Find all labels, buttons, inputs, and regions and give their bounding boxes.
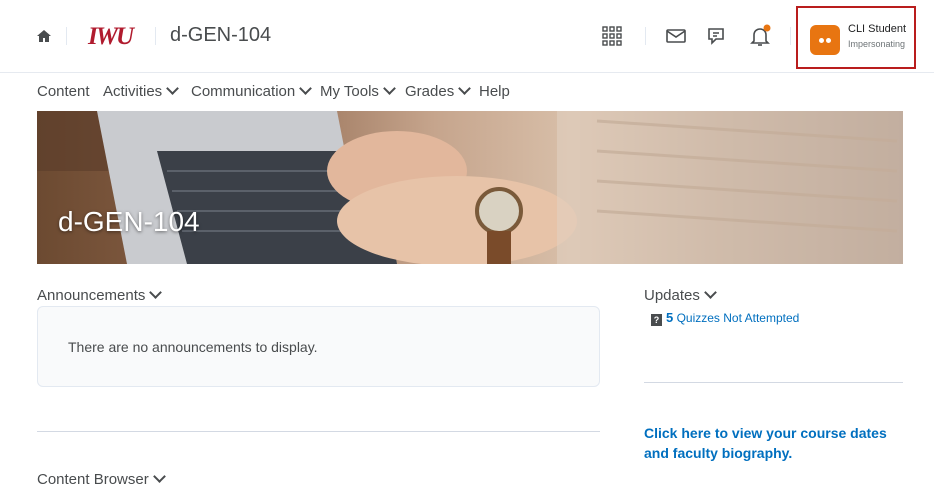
quiz-icon: ? (651, 314, 662, 326)
nav-communication[interactable]: Communication (191, 82, 313, 100)
divider (37, 431, 600, 432)
banner-image (37, 111, 903, 264)
chevron-down-icon (166, 82, 180, 95)
waffle-icon[interactable] (600, 24, 624, 48)
avatar (810, 25, 840, 55)
bell-icon[interactable] (748, 24, 772, 48)
banner-title: d-GEN-104 (58, 206, 200, 237)
announcements-empty-text: There are no announcements to display. (68, 339, 318, 355)
divider (790, 27, 791, 45)
divider (155, 27, 156, 45)
nav-content[interactable]: Content (37, 83, 90, 100)
course-dates-link[interactable]: Click here to view your course dates and… (644, 423, 914, 463)
chevron-down-icon (458, 82, 472, 95)
announcements-heading[interactable]: Announcements (37, 286, 163, 304)
course-navbar: Content Activities Communication My Tool… (0, 73, 934, 111)
chevron-down-icon (704, 286, 717, 299)
divider (645, 27, 646, 45)
chevron-down-icon (383, 82, 396, 95)
user-status: Impersonating (848, 39, 906, 49)
announcements-panel: There are no announcements to display. (37, 306, 600, 387)
nav-activities[interactable]: Activities (103, 82, 180, 100)
home-icon[interactable] (36, 28, 52, 44)
institution-logo[interactable]: IWU (88, 23, 134, 51)
top-bar: IWU d-GEN-104 CLI Student Impersonating (0, 0, 934, 73)
content-browser-heading[interactable]: Content Browser (37, 470, 166, 488)
mail-icon[interactable] (664, 24, 688, 48)
chevron-down-icon (152, 470, 166, 483)
divider (644, 382, 903, 383)
updates-heading[interactable]: Updates (644, 286, 717, 304)
update-label: Quizzes Not Attempted (676, 311, 800, 325)
nav-help[interactable]: Help (479, 83, 510, 100)
chevron-down-icon (299, 82, 313, 95)
nav-my-tools[interactable]: My Tools (320, 82, 396, 100)
course-banner: d-GEN-104 (37, 111, 903, 264)
chevron-down-icon (149, 286, 163, 299)
nav-grades[interactable]: Grades (405, 82, 472, 100)
course-name[interactable]: d-GEN-104 (170, 24, 271, 47)
updates-item[interactable]: ? 5 Quizzes Not Attempted (651, 310, 799, 326)
update-count: 5 (666, 310, 674, 325)
divider (66, 27, 67, 45)
user-name: CLI Student (848, 23, 907, 35)
user-menu[interactable]: CLI Student Impersonating (796, 6, 916, 69)
chat-icon[interactable] (704, 24, 728, 48)
